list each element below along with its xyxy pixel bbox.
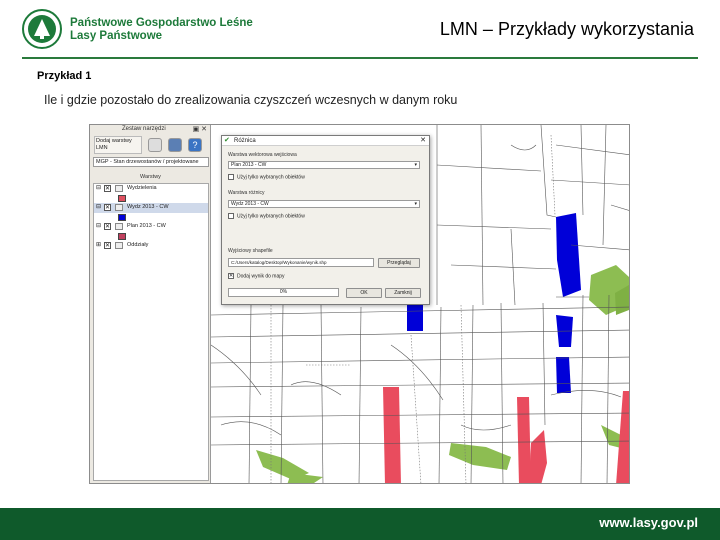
- layers-list: ⊟ ✕ Wydzielenia ⊟ ✕ Wydz 2013 - CW ⊟ ✕ P…: [93, 183, 209, 481]
- layer-item-wydzielenia[interactable]: ⊟ ✕ Wydzielenia: [94, 184, 208, 194]
- swatch-color: [118, 214, 126, 221]
- difference-layer-value: Wydz 2013 - CW: [231, 201, 269, 207]
- pending-area-blue: [556, 357, 571, 393]
- panel-close-icon[interactable]: ▣ ✕: [193, 125, 207, 134]
- chevron-down-icon: ▾: [414, 162, 417, 168]
- visibility-checkbox[interactable]: ✕: [104, 223, 111, 230]
- organization-name: Państwowe Gospodarstwo Leśne Lasy Państw…: [70, 17, 253, 43]
- difference-layer-select[interactable]: Wydz 2013 - CW ▾: [228, 200, 420, 208]
- progress-bar: 0%: [228, 288, 339, 297]
- example-heading: Przykład 1: [37, 70, 92, 82]
- difference-dialog: ✔ Różnica ✕ Warstwa wektorowa wejściowa …: [221, 135, 430, 305]
- layer-item-oddzialy[interactable]: ⊞ ✕ Oddziały: [94, 241, 208, 251]
- dialog-title: Różnica: [234, 138, 256, 144]
- layer-name: Wydz 2013 - CW: [127, 204, 169, 210]
- checkbox-label: Dodaj wynik do mapy: [237, 273, 285, 280]
- dialog-close-icon[interactable]: ✕: [420, 136, 426, 146]
- chevron-down-icon: ▾: [414, 201, 417, 207]
- qgis-side-panel: Zestaw narzędzi ▣ ✕ Dodaj warstwy LMN ? …: [90, 125, 211, 483]
- layer-symbol-swatch: [94, 213, 208, 222]
- polygon-layer-icon: [115, 242, 123, 249]
- layer-symbol-swatch: [94, 194, 208, 203]
- slide-title: LMN – Przykłady wykorzystania: [439, 19, 694, 39]
- dialog-titlebar: ✔ Różnica ✕: [222, 136, 429, 146]
- swatch-color: [118, 195, 126, 202]
- pending-area-red: [383, 387, 401, 483]
- output-path-field[interactable]: C:/Users/katalog/Desktop/Wykonanie/wynik…: [228, 258, 374, 267]
- close-button[interactable]: Zamknij: [385, 288, 421, 298]
- layer-name: Plan 2013 - CW: [127, 223, 166, 229]
- ok-button[interactable]: OK: [346, 288, 382, 298]
- visibility-checkbox[interactable]: ✕: [104, 185, 111, 192]
- pending-area-red: [517, 397, 531, 483]
- output-shapefile-label: Wyjściowy shapefile: [228, 248, 273, 254]
- expand-icon[interactable]: ⊟: [96, 184, 101, 193]
- checkbox-label: Użyj tylko wybranych obiektów: [237, 213, 305, 220]
- add-lmn-layers-button[interactable]: Dodaj warstwy LMN: [94, 136, 142, 154]
- org-name-line2: Lasy Państwowe: [70, 30, 163, 42]
- checkbox-box[interactable]: [228, 213, 234, 219]
- help-icon[interactable]: ?: [188, 138, 202, 152]
- footer-bar: www.lasy.gov.pl: [0, 508, 720, 540]
- expand-icon[interactable]: ⊟: [96, 222, 101, 231]
- header-divider: [22, 57, 698, 59]
- layer-item-wydz-2013-cw[interactable]: ⊟ ✕ Wydz 2013 - CW: [94, 203, 208, 213]
- input-layer-label: Warstwa wektorowa wejściowa: [228, 152, 297, 158]
- stand-type-select[interactable]: MGP - Stan drzewostanów / projektowane: [93, 157, 209, 167]
- globe-icon[interactable]: [168, 138, 182, 152]
- qgis-check-icon: ✔: [224, 137, 230, 144]
- checkbox-box[interactable]: ✕: [228, 273, 234, 279]
- expand-icon[interactable]: ⊞: [96, 241, 101, 250]
- qgis-screenshot: Zestaw narzędzi ▣ ✕ Dodaj warstwy LMN ? …: [89, 124, 630, 484]
- example-subtitle: Ile i gdzie pozostało do zrealizowania c…: [44, 93, 458, 107]
- visibility-checkbox[interactable]: ✕: [104, 204, 111, 211]
- swatch-color: [118, 233, 126, 240]
- visibility-checkbox[interactable]: ✕: [104, 242, 111, 249]
- add-result-checkbox[interactable]: ✕ Dodaj wynik do mapy: [228, 273, 285, 279]
- layer-symbol-swatch: [94, 232, 208, 241]
- polygon-layer-icon: [115, 185, 123, 192]
- slide: Państwowe Gospodarstwo Leśne Lasy Państw…: [0, 0, 720, 540]
- layer-name: Oddziały: [127, 242, 149, 248]
- layers-panel-title: Warstwy: [140, 174, 161, 180]
- org-name-line1: Państwowe Gospodarstwo Leśne: [70, 17, 253, 29]
- footer-url[interactable]: www.lasy.gov.pl: [599, 515, 698, 530]
- toolbar-titlebar: Zestaw narzędzi ▣ ✕: [90, 125, 210, 134]
- polygon-layer-icon: [115, 204, 123, 211]
- layer-item-plan-2013-cw[interactable]: ⊟ ✕ Plan 2013 - CW: [94, 222, 208, 232]
- browse-button[interactable]: Przeglądaj: [378, 258, 420, 268]
- pending-area-blue: [407, 303, 423, 331]
- input-layer-value: Plan 2013 - CW: [231, 162, 267, 168]
- difference-layer-label: Warstwa różnicy: [228, 190, 265, 196]
- checkbox-label: Użyj tylko wybranych obiektów: [237, 174, 305, 181]
- expand-icon[interactable]: ⊟: [96, 203, 101, 212]
- lmn-toolbar: Dodaj warstwy LMN ?: [90, 134, 210, 156]
- layer-name: Wydzielenia: [127, 185, 157, 191]
- difference-selected-only-checkbox[interactable]: Użyj tylko wybranych obiektów: [228, 213, 305, 219]
- tool-icon[interactable]: [148, 138, 162, 152]
- lasy-panstwowe-logo: [22, 9, 62, 49]
- checkbox-box[interactable]: [228, 174, 234, 180]
- toolbar-title: Zestaw narzędzi: [122, 126, 166, 132]
- input-layer-select[interactable]: Plan 2013 - CW ▾: [228, 161, 420, 169]
- input-selected-only-checkbox[interactable]: Użyj tylko wybranych obiektów: [228, 174, 305, 180]
- polygon-layer-icon: [115, 223, 123, 230]
